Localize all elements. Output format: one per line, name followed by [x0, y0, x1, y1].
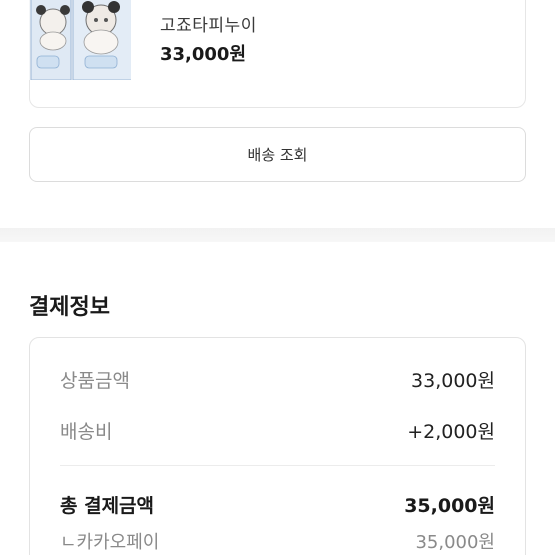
payment-method-value: 35,000원 — [415, 532, 495, 553]
total-payment-value: 35,000원 — [404, 495, 495, 517]
payment-info-title: 결제정보 — [29, 295, 110, 320]
payment-method-row: ㄴ카카오페이 35,000원 — [60, 528, 495, 554]
product-thumbnail[interactable] — [29, 0, 131, 80]
payment-method-label: ㄴ카카오페이 — [60, 532, 160, 553]
product-amount-value: 33,000원 — [411, 370, 495, 392]
payment-info-card: 상품금액 33,000원 배송비 +2,000원 총 결제금액 35,000원 … — [29, 337, 526, 555]
shipping-fee-row: 배송비 +2,000원 — [60, 417, 495, 444]
order-detail-page: 고죠타피누이 33,000원 배송 조회 결제정보 상품금액 33,000원 배… — [0, 0, 555, 555]
product-amount-label: 상품금액 — [60, 370, 130, 392]
product-price: 33,000원 — [160, 44, 247, 65]
shipping-fee-label: 배송비 — [60, 421, 113, 443]
total-payment-row: 총 결제금액 35,000원 — [60, 491, 495, 518]
plush-image — [29, 0, 131, 80]
product-amount-row: 상품금액 33,000원 — [60, 366, 495, 393]
section-divider — [0, 228, 555, 242]
payment-divider — [60, 465, 495, 466]
total-payment-label: 총 결제금액 — [60, 495, 155, 517]
product-name[interactable]: 고죠타피누이 — [160, 11, 257, 36]
shipping-fee-value: +2,000원 — [407, 421, 495, 443]
track-delivery-button[interactable]: 배송 조회 — [29, 127, 526, 182]
